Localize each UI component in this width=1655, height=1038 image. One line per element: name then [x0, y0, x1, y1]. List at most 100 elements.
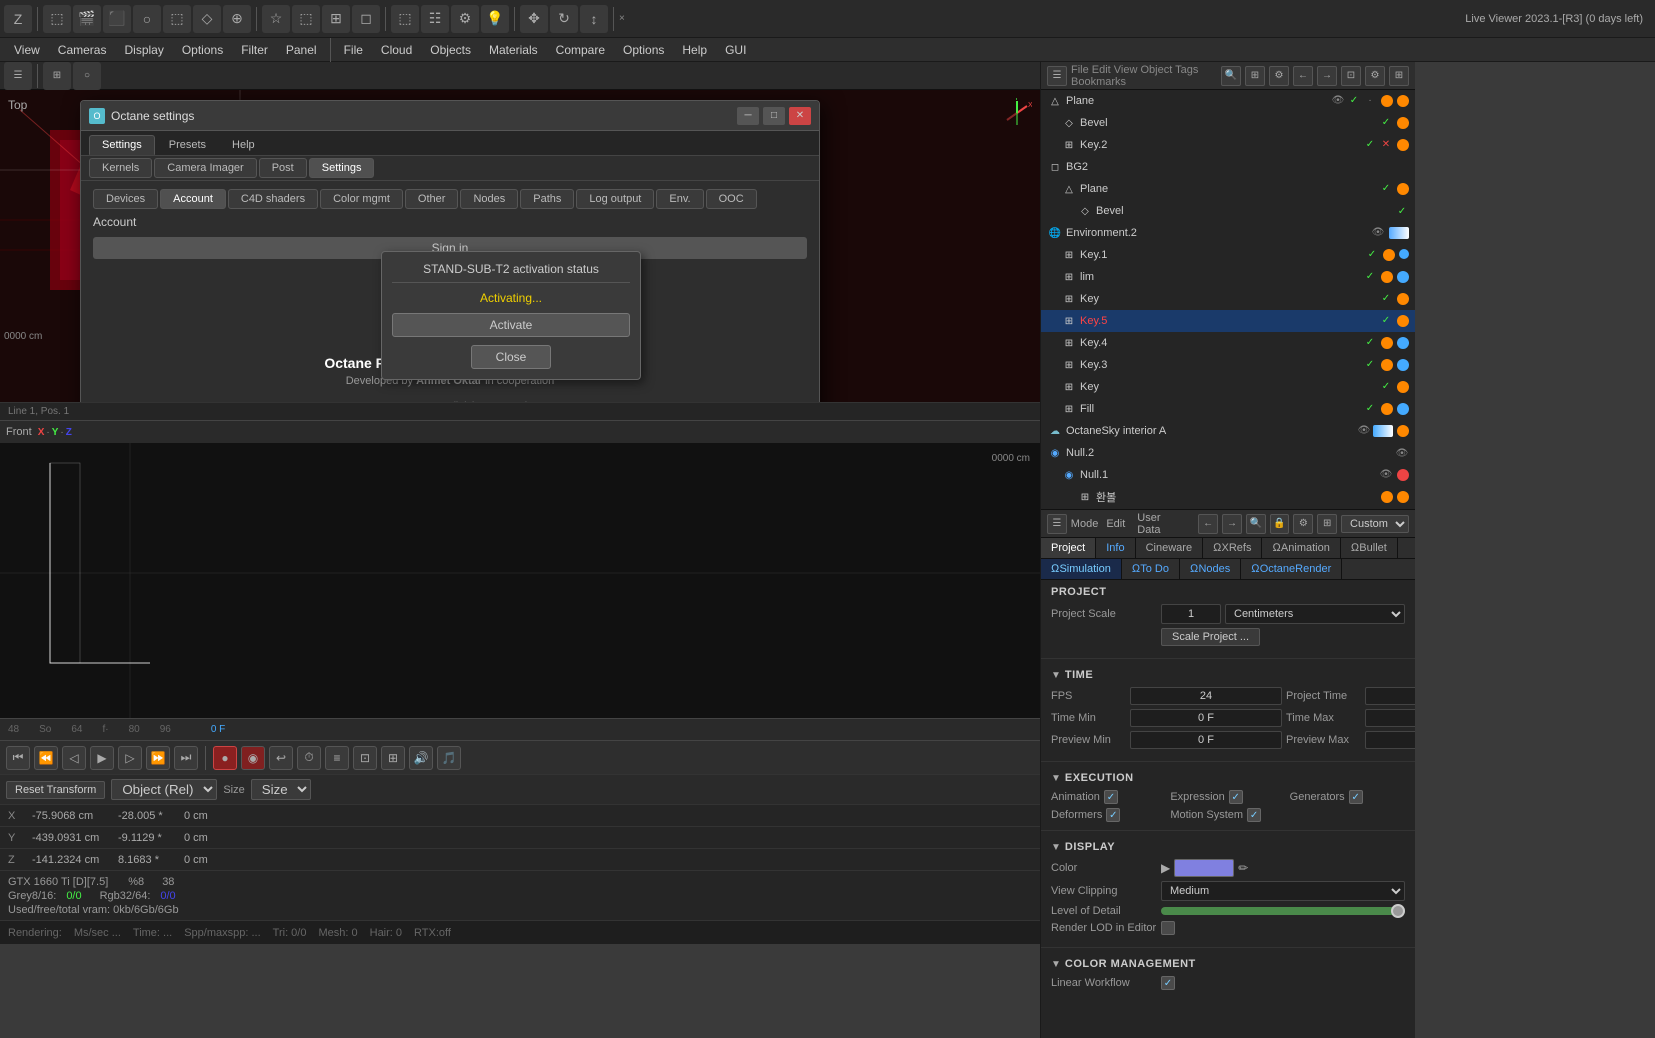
- toolbar-icon-11[interactable]: ◻: [352, 5, 380, 33]
- preview-max-input[interactable]: [1365, 731, 1415, 749]
- toolbar-icon-rotate[interactable]: ↻: [550, 5, 578, 33]
- octane-tab-camera-imager[interactable]: Camera Imager: [154, 158, 256, 178]
- color-mgmt-section-header[interactable]: ▼ COLOR MANAGEMENT: [1051, 958, 1405, 970]
- hier-item-key3[interactable]: ⊞ Key.3 ✓: [1041, 354, 1415, 376]
- tab-cineware[interactable]: Cineware: [1136, 538, 1203, 558]
- tab-nodes[interactable]: ΩNodes: [1180, 559, 1241, 579]
- goto-start-button[interactable]: ⏮: [6, 746, 30, 770]
- octane-nav-help[interactable]: Help: [220, 136, 267, 154]
- record-button[interactable]: ●: [213, 746, 237, 770]
- view-clipping-dropdown[interactable]: Medium: [1161, 881, 1405, 901]
- record-2-button[interactable]: ◉: [241, 746, 265, 770]
- hier-settings-button[interactable]: ⚙: [1269, 66, 1289, 86]
- octane-tab-kernels[interactable]: Kernels: [89, 158, 152, 178]
- generators-checkbox[interactable]: [1349, 790, 1363, 804]
- menu-compare[interactable]: Compare: [548, 41, 613, 59]
- time-min-input[interactable]: [1130, 709, 1282, 727]
- fps-input[interactable]: [1130, 687, 1282, 705]
- hier-filter-button[interactable]: ⊡: [1341, 66, 1361, 86]
- toolbar-icon-scale[interactable]: ↕: [580, 5, 608, 33]
- transport-icon-1[interactable]: ≡: [325, 746, 349, 770]
- project-section-header[interactable]: Project: [1051, 586, 1405, 598]
- octane-tab-env[interactable]: Env.: [656, 189, 703, 209]
- menu-gui[interactable]: GUI: [717, 41, 754, 59]
- props-settings-btn[interactable]: ⚙: [1293, 514, 1313, 534]
- expression-checkbox[interactable]: [1229, 790, 1243, 804]
- project-time-input[interactable]: [1365, 687, 1415, 705]
- color-picker-icon[interactable]: ✏: [1238, 861, 1248, 875]
- hier-item-bevel-1[interactable]: ◇ Bevel ✓: [1041, 112, 1415, 134]
- octane-tab-paths[interactable]: Paths: [520, 189, 574, 209]
- menu-options2[interactable]: Options: [615, 41, 672, 59]
- octane-tab-other[interactable]: Other: [405, 189, 459, 209]
- octane-tab-post[interactable]: Post: [259, 158, 307, 178]
- props-search-btn[interactable]: 🔍: [1246, 514, 1266, 534]
- play-fwd-button[interactable]: ▷: [118, 746, 142, 770]
- toolbar-icon-10[interactable]: ⊞: [322, 5, 350, 33]
- transport-icon-3[interactable]: ⊞: [381, 746, 405, 770]
- goto-end-button[interactable]: ⏭: [174, 746, 198, 770]
- props-maximize-btn[interactable]: ⊞: [1317, 514, 1337, 534]
- hier-bell-button[interactable]: ⊞: [1245, 66, 1265, 86]
- octane-tab-colormgmt[interactable]: Color mgmt: [320, 189, 403, 209]
- toolbar-icon-z[interactable]: Z: [4, 5, 32, 33]
- scale-project-button[interactable]: Scale Project ...: [1161, 628, 1260, 646]
- menu-panel[interactable]: Panel: [278, 41, 325, 59]
- octane-tab-c4dshaders[interactable]: C4D shaders: [228, 189, 318, 209]
- octane-tab-nodes[interactable]: Nodes: [460, 189, 518, 209]
- toolbar-icon-15[interactable]: 💡: [481, 5, 509, 33]
- hier-item-fill[interactable]: ⊞ Fill ✓: [1041, 398, 1415, 420]
- dialog-maximize-button[interactable]: □: [763, 107, 785, 125]
- loop-button[interactable]: ↩: [269, 746, 293, 770]
- hier-item-bg2[interactable]: ◻ BG2: [1041, 156, 1415, 178]
- menu-cameras[interactable]: Cameras: [50, 41, 115, 59]
- hier-gear-button[interactable]: ⚙: [1365, 66, 1385, 86]
- linear-workflow-checkbox[interactable]: [1161, 976, 1175, 990]
- vp-icon-2[interactable]: ○: [73, 62, 101, 90]
- hier-item-null1[interactable]: ◉ Null.1 👁: [1041, 464, 1415, 486]
- size-dropdown[interactable]: Size: [251, 779, 311, 800]
- animation-checkbox[interactable]: [1104, 790, 1118, 804]
- tab-info[interactable]: Info: [1096, 538, 1135, 558]
- display-section-header[interactable]: ▼ DISPLAY: [1051, 841, 1405, 853]
- color-swatch[interactable]: [1174, 859, 1234, 877]
- hier-item-env2[interactable]: 🌐 Environment.2 👁: [1041, 222, 1415, 244]
- toolbar-icon-9[interactable]: ⬚: [292, 5, 320, 33]
- toolbar-icon-14[interactable]: ⚙: [451, 5, 479, 33]
- menu-display[interactable]: Display: [116, 41, 171, 59]
- props-fwd-btn[interactable]: →: [1222, 514, 1242, 534]
- octane-tab-devices[interactable]: Devices: [93, 189, 158, 209]
- time-max-input[interactable]: [1365, 709, 1415, 727]
- octane-tab-settings[interactable]: Settings: [309, 158, 375, 178]
- hier-item-hanbul1[interactable]: ⊞ 환볼: [1041, 486, 1415, 508]
- object-mode-dropdown[interactable]: Object (Rel): [111, 779, 217, 800]
- hier-item-plane-2[interactable]: △ Plane ✓: [1041, 178, 1415, 200]
- hier-item-key-3[interactable]: ⊞ Key ✓: [1041, 288, 1415, 310]
- lod-slider-thumb[interactable]: [1391, 904, 1405, 918]
- step-back-button[interactable]: ⏪: [34, 746, 58, 770]
- transport-icon-4[interactable]: 🔊: [409, 746, 433, 770]
- step-fwd-button[interactable]: ⏩: [146, 746, 170, 770]
- menu-view[interactable]: View: [6, 41, 48, 59]
- hier-item-bevel-2[interactable]: ◇ Bevel ✓: [1041, 200, 1415, 222]
- render-lod-checkbox[interactable]: [1161, 921, 1175, 935]
- menu-options[interactable]: Options: [174, 41, 231, 59]
- props-lock-btn[interactable]: 🔒: [1270, 514, 1290, 534]
- toolbar-icon-4[interactable]: ○: [133, 5, 161, 33]
- transport-icon-2[interactable]: ⊡: [353, 746, 377, 770]
- viewport-menu-icon[interactable]: ☰: [4, 62, 32, 90]
- hier-item-key4[interactable]: ⊞ Key.4 ✓: [1041, 332, 1415, 354]
- dialog-minimize-button[interactable]: ─: [737, 107, 759, 125]
- lod-slider[interactable]: [1161, 907, 1405, 915]
- activate-button[interactable]: Activate: [392, 313, 630, 337]
- tab-project[interactable]: Project: [1041, 538, 1096, 558]
- color-expand-icon[interactable]: ▶: [1161, 861, 1170, 875]
- octane-nav-settings[interactable]: Settings: [89, 135, 155, 155]
- realtime-button[interactable]: ⏱: [297, 746, 321, 770]
- motionsystem-checkbox[interactable]: [1247, 808, 1261, 822]
- tab-animation[interactable]: ΩAnimation: [1262, 538, 1340, 558]
- props-menu-btn[interactable]: ☰: [1047, 514, 1067, 534]
- tab-simulation[interactable]: ΩSimulation: [1041, 559, 1122, 579]
- deformers-checkbox[interactable]: [1106, 808, 1120, 822]
- play-button[interactable]: ▶: [90, 746, 114, 770]
